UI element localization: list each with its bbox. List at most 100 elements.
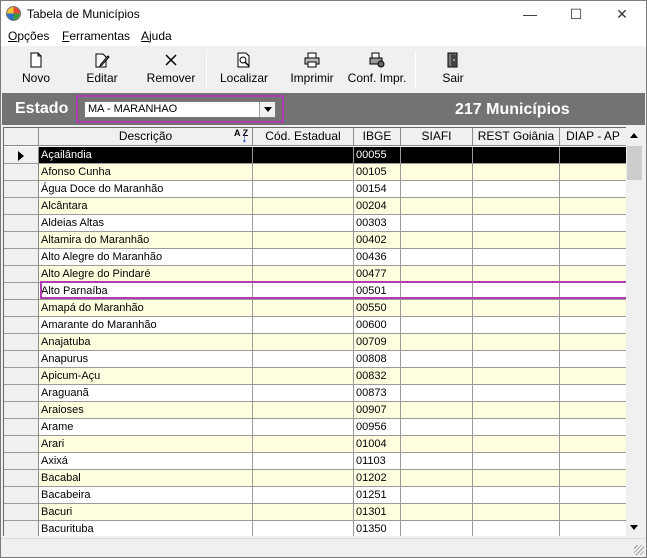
table-row[interactable]: Bacabeira 01251 xyxy=(4,487,626,504)
cell-descricao[interactable]: Bacabal xyxy=(39,470,253,487)
row-indicator[interactable] xyxy=(4,436,39,453)
cell-rest-goiania[interactable] xyxy=(473,521,560,536)
cell-siafi[interactable] xyxy=(401,198,473,215)
cell-diap-ap[interactable] xyxy=(560,147,626,164)
municipios-grid[interactable]: Descrição A Z ↓ Cód. Estadual IBGE SIAFI … xyxy=(3,127,626,536)
cell-diap-ap[interactable] xyxy=(560,317,626,334)
cell-ibge[interactable]: 01301 xyxy=(354,504,401,521)
cell-diap-ap[interactable] xyxy=(560,470,626,487)
table-row[interactable]: Bacurituba 01350 xyxy=(4,521,626,536)
scroll-thumb[interactable] xyxy=(627,146,642,180)
row-indicator[interactable] xyxy=(4,487,39,504)
cell-diap-ap[interactable] xyxy=(560,419,626,436)
cell-descricao[interactable]: Bacuri xyxy=(39,504,253,521)
cell-siafi[interactable] xyxy=(401,215,473,232)
vertical-scrollbar[interactable] xyxy=(626,127,643,536)
cell-ibge[interactable]: 01251 xyxy=(354,487,401,504)
row-indicator[interactable] xyxy=(4,198,39,215)
row-indicator[interactable] xyxy=(4,266,39,283)
table-row[interactable]: Araguanã 00873 xyxy=(4,385,626,402)
table-row[interactable]: Amapá do Maranhão 00550 xyxy=(4,300,626,317)
table-row[interactable]: Arari 01004 xyxy=(4,436,626,453)
row-indicator[interactable] xyxy=(4,402,39,419)
maximize-button[interactable]: ☐ xyxy=(553,1,599,27)
cell-siafi[interactable] xyxy=(401,266,473,283)
cell-rest-goiania[interactable] xyxy=(473,351,560,368)
cell-descricao[interactable]: Amapá do Maranhão xyxy=(39,300,253,317)
cell-rest-goiania[interactable] xyxy=(473,164,560,181)
cell-diap-ap[interactable] xyxy=(560,266,626,283)
cell-diap-ap[interactable] xyxy=(560,351,626,368)
cell-cod-estadual[interactable] xyxy=(253,283,354,300)
cell-ibge[interactable]: 00402 xyxy=(354,232,401,249)
cell-rest-goiania[interactable] xyxy=(473,487,560,504)
cell-cod-estadual[interactable] xyxy=(253,470,354,487)
table-row[interactable]: Anapurus 00808 xyxy=(4,351,626,368)
cell-siafi[interactable] xyxy=(401,164,473,181)
row-indicator[interactable] xyxy=(4,147,39,164)
cell-diap-ap[interactable] xyxy=(560,487,626,504)
cell-descricao[interactable]: Arame xyxy=(39,419,253,436)
cell-diap-ap[interactable] xyxy=(560,283,626,300)
cell-cod-estadual[interactable] xyxy=(253,385,354,402)
cell-diap-ap[interactable] xyxy=(560,334,626,351)
cell-rest-goiania[interactable] xyxy=(473,215,560,232)
cell-cod-estadual[interactable] xyxy=(253,266,354,283)
cell-siafi[interactable] xyxy=(401,147,473,164)
cell-descricao[interactable]: Bacabeira xyxy=(39,487,253,504)
cell-descricao[interactable]: Apicum-Açu xyxy=(39,368,253,385)
cell-rest-goiania[interactable] xyxy=(473,266,560,283)
menu-opcoes[interactable]: Opções xyxy=(8,29,49,43)
col-header-diap-ap[interactable]: DIAP - AP xyxy=(560,128,626,146)
cell-cod-estadual[interactable] xyxy=(253,487,354,504)
cell-rest-goiania[interactable] xyxy=(473,317,560,334)
cell-ibge[interactable]: 00204 xyxy=(354,198,401,215)
cell-cod-estadual[interactable] xyxy=(253,232,354,249)
table-row[interactable]: Amarante do Maranhão 00600 xyxy=(4,317,626,334)
cell-siafi[interactable] xyxy=(401,283,473,300)
cell-ibge[interactable]: 00105 xyxy=(354,164,401,181)
row-indicator[interactable] xyxy=(4,334,39,351)
row-indicator[interactable] xyxy=(4,419,39,436)
sort-az-icon[interactable]: A Z ↓ xyxy=(234,129,250,145)
cell-cod-estadual[interactable] xyxy=(253,351,354,368)
cell-cod-estadual[interactable] xyxy=(253,215,354,232)
cell-ibge[interactable]: 00303 xyxy=(354,215,401,232)
cell-ibge[interactable]: 00055 xyxy=(354,147,401,164)
cell-descricao[interactable]: Alcântara xyxy=(39,198,253,215)
cell-ibge[interactable]: 00907 xyxy=(354,402,401,419)
cell-siafi[interactable] xyxy=(401,487,473,504)
cell-siafi[interactable] xyxy=(401,453,473,470)
cell-rest-goiania[interactable] xyxy=(473,470,560,487)
col-header-descricao[interactable]: Descrição A Z ↓ xyxy=(39,128,253,146)
cell-diap-ap[interactable] xyxy=(560,215,626,232)
cell-descricao[interactable]: Bacurituba xyxy=(39,521,253,536)
row-indicator[interactable] xyxy=(4,283,39,300)
cell-rest-goiania[interactable] xyxy=(473,385,560,402)
cell-siafi[interactable] xyxy=(401,317,473,334)
row-indicator[interactable] xyxy=(4,368,39,385)
table-row[interactable]: Anajatuba 00709 xyxy=(4,334,626,351)
table-row[interactable]: Alcântara 00204 xyxy=(4,198,626,215)
cell-cod-estadual[interactable] xyxy=(253,368,354,385)
cell-rest-goiania[interactable] xyxy=(473,181,560,198)
table-row[interactable]: Arame 00956 xyxy=(4,419,626,436)
cell-siafi[interactable] xyxy=(401,351,473,368)
row-indicator[interactable] xyxy=(4,521,39,536)
cell-siafi[interactable] xyxy=(401,402,473,419)
cell-siafi[interactable] xyxy=(401,249,473,266)
editar-button[interactable]: Editar xyxy=(75,48,129,90)
menu-ferramentas[interactable]: Ferramentas xyxy=(62,29,130,43)
cell-diap-ap[interactable] xyxy=(560,504,626,521)
cell-cod-estadual[interactable] xyxy=(253,300,354,317)
cell-descricao[interactable]: Araguanã xyxy=(39,385,253,402)
cell-diap-ap[interactable] xyxy=(560,300,626,317)
cell-cod-estadual[interactable] xyxy=(253,402,354,419)
cell-cod-estadual[interactable] xyxy=(253,317,354,334)
table-row[interactable]: Água Doce do Maranhão 00154 xyxy=(4,181,626,198)
cell-siafi[interactable] xyxy=(401,470,473,487)
cell-rest-goiania[interactable] xyxy=(473,368,560,385)
cell-rest-goiania[interactable] xyxy=(473,453,560,470)
cell-descricao[interactable]: Arari xyxy=(39,436,253,453)
scroll-down-arrow-icon[interactable] xyxy=(626,519,643,536)
